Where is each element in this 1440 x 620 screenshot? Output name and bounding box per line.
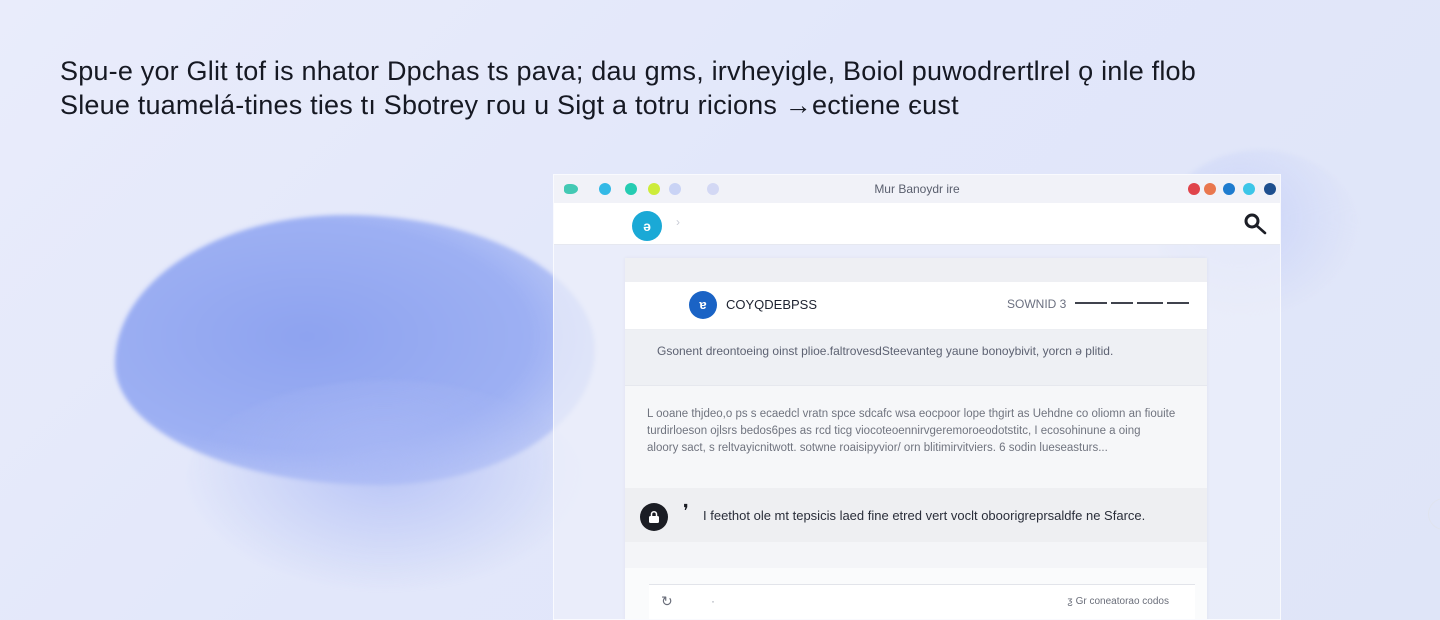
message-line: turdirloeson ojlsrs bedos6pes as rcd tic… <box>647 425 1141 437</box>
summary-text: Gsonent dreontoeing oinst plioe.faltrove… <box>657 344 1114 358</box>
minimize-icon[interactable] <box>1204 183 1216 195</box>
close-icon[interactable] <box>1188 183 1200 195</box>
pinned-note[interactable]: ❜ I feethot ole mt tepsicis laed fine et… <box>625 488 1207 542</box>
app-toolbar: ə › <box>554 203 1280 245</box>
message-line: aloory sact, s reltvayicnitwott. sotwne … <box>647 442 1108 454</box>
note-text: I feethot ole mt tepsicis laed fine etre… <box>703 508 1146 523</box>
chevron-right-icon[interactable]: › <box>676 215 680 229</box>
window-dot-icon[interactable] <box>1243 183 1255 195</box>
window-title: Mur Banoydr ire <box>874 182 960 196</box>
message-body: L ooane thjdeo,o ps s ecaedcl vratn spce… <box>625 386 1207 488</box>
app-avatar[interactable]: ə <box>632 211 662 241</box>
message-panel: ɐ COYQDEΒPSS SOWNID 3 Gsonent dreontoein… <box>625 258 1207 619</box>
contact-avatar[interactable]: ɐ <box>689 291 717 319</box>
conversation-header: ɐ COYQDEΒPSS SOWNID 3 <box>625 282 1207 330</box>
contact-name[interactable]: COYQDEΒPSS <box>726 297 817 312</box>
hero-headline: Spu‑e yor Glit tof is nhator Dpchas ts p… <box>60 54 1380 122</box>
decorative-ring <box>1428 498 1440 530</box>
lock-icon[interactable] <box>640 503 668 531</box>
panel-top-bar <box>625 258 1207 282</box>
search-icon[interactable] <box>1244 213 1268 237</box>
maximize-icon[interactable] <box>1223 183 1235 195</box>
app-window: Mur Banoydr ire ə › ɐ COYQDEΒPSS SOWNID … <box>553 174 1281 620</box>
headline-line-2: Sleue tuamelá‑tines ties tı Sbotrey гou … <box>60 90 959 120</box>
send-hint[interactable]: ƺ Gr coneatorao codos <box>1067 596 1169 607</box>
window-dot-icon[interactable] <box>1264 183 1276 195</box>
window-titlebar: Mur Banoydr ire <box>554 175 1280 203</box>
composer-area: ↻ · ƺ Gr coneatorao codos <box>625 568 1207 619</box>
headline-line-1: Spu‑e yor Glit tof is nhator Dpchas ts p… <box>60 56 1196 86</box>
status-bars <box>1075 302 1203 306</box>
conversation-summary: Gsonent dreontoeing oinst plioe.faltrove… <box>625 330 1207 386</box>
message-input[interactable]: ↻ · ƺ Gr coneatorao codos <box>649 584 1195 619</box>
quote-icon: ❜ <box>683 501 689 522</box>
contact-status: SOWNID 3 <box>1007 297 1067 311</box>
input-placeholder: · <box>711 594 715 608</box>
message-line: L ooane thjdeo,o ps s ecaedcl vratn spce… <box>647 408 1176 420</box>
attach-icon[interactable]: ↻ <box>661 593 673 610</box>
background-blob-lower <box>185 380 585 590</box>
